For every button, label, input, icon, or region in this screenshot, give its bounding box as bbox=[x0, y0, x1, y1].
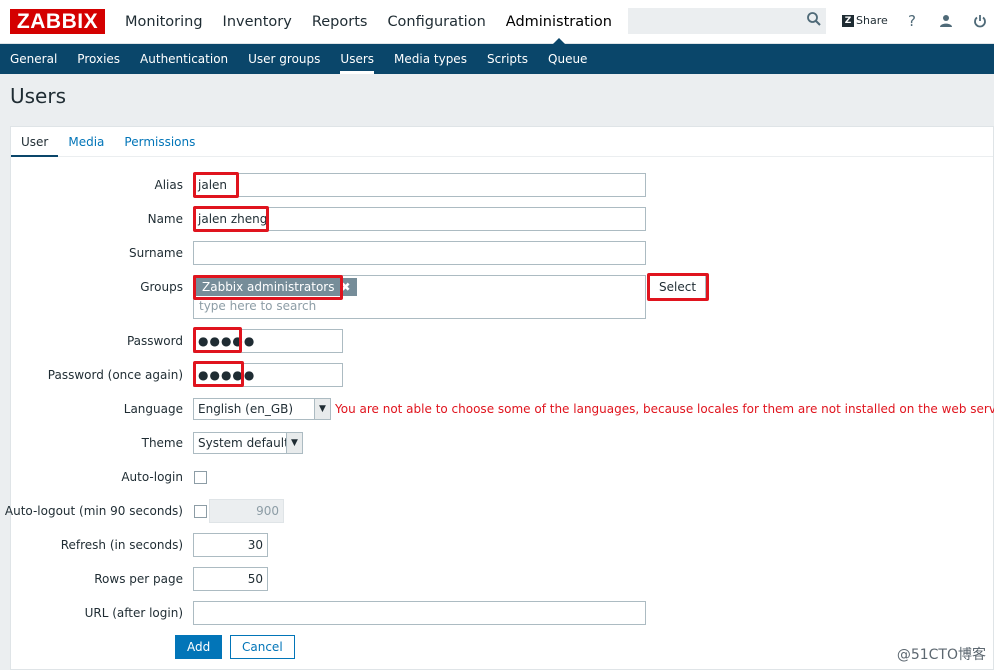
subnav-user-groups[interactable]: User groups bbox=[238, 44, 330, 74]
user-profile-icon[interactable] bbox=[937, 12, 955, 30]
autologout-field: 900 bbox=[209, 499, 284, 523]
subnav-users[interactable]: Users bbox=[330, 44, 384, 74]
nav-reports[interactable]: Reports bbox=[302, 0, 378, 44]
name-label: Name bbox=[147, 212, 183, 226]
nav-inventory[interactable]: Inventory bbox=[213, 0, 302, 44]
password-confirm-field[interactable]: ●●●●● bbox=[193, 363, 343, 387]
nav-monitoring[interactable]: Monitoring bbox=[115, 0, 213, 44]
logout-icon[interactable] bbox=[971, 12, 989, 30]
group-tag-label: Zabbix administrators bbox=[202, 280, 335, 294]
password-label: Password bbox=[126, 334, 183, 348]
language-warning: You are not able to choose some of the l… bbox=[335, 402, 994, 416]
autologin-label: Auto-login bbox=[121, 470, 183, 484]
refresh-field[interactable]: 30 bbox=[193, 533, 268, 557]
url-label: URL (after login) bbox=[84, 606, 183, 620]
subnav-proxies[interactable]: Proxies bbox=[67, 44, 130, 74]
theme-label: Theme bbox=[141, 436, 183, 450]
admin-subnav: General Proxies Authentication User grou… bbox=[0, 44, 994, 74]
subnav-media-types[interactable]: Media types bbox=[384, 44, 477, 74]
rows-per-page-field[interactable]: 50 bbox=[193, 567, 268, 591]
alias-field[interactable]: jalen bbox=[193, 173, 646, 197]
tab-permissions[interactable]: Permissions bbox=[114, 127, 205, 156]
main-nav: Monitoring Inventory Reports Configurati… bbox=[115, 0, 622, 44]
search-icon[interactable] bbox=[806, 11, 822, 27]
chevron-down-icon: ▼ bbox=[286, 433, 302, 453]
add-button[interactable]: Add bbox=[175, 635, 223, 659]
help-icon[interactable]: ? bbox=[903, 12, 921, 30]
share-label: Share bbox=[856, 14, 888, 27]
surname-label: Surname bbox=[129, 246, 183, 260]
select-groups-button[interactable]: Select bbox=[648, 275, 706, 299]
name-field[interactable]: jalen zheng bbox=[193, 207, 646, 231]
share-button[interactable]: Z Share bbox=[842, 14, 888, 27]
language-value: English (en_GB) bbox=[198, 402, 294, 416]
zabbix-logo[interactable]: ZABBIX bbox=[10, 9, 105, 34]
groups-search-placeholder[interactable]: type here to search bbox=[199, 299, 316, 313]
autologin-checkbox[interactable] bbox=[194, 471, 207, 484]
remove-tag-icon[interactable]: ✖ bbox=[340, 280, 350, 294]
subnav-scripts[interactable]: Scripts bbox=[477, 44, 538, 74]
autologout-checkbox[interactable] bbox=[194, 505, 207, 518]
top-header: ZABBIX Monitoring Inventory Reports Conf… bbox=[0, 0, 994, 44]
theme-select[interactable]: System default ▼ bbox=[193, 432, 303, 454]
nav-configuration[interactable]: Configuration bbox=[377, 0, 495, 44]
language-label: Language bbox=[123, 402, 183, 416]
password2-label: Password (once again) bbox=[47, 368, 183, 382]
rows-per-page-label: Rows per page bbox=[94, 572, 183, 586]
page-title: Users bbox=[10, 84, 67, 108]
search-input[interactable] bbox=[628, 8, 826, 34]
nav-administration[interactable]: Administration bbox=[496, 0, 622, 44]
tab-media[interactable]: Media bbox=[58, 127, 114, 156]
group-tag: Zabbix administrators ✖ bbox=[196, 278, 357, 296]
alias-label: Alias bbox=[154, 178, 183, 192]
form-tabs: User Media Permissions bbox=[11, 127, 993, 157]
share-icon: Z bbox=[842, 14, 854, 27]
subnav-authentication[interactable]: Authentication bbox=[130, 44, 238, 74]
subnav-queue[interactable]: Queue bbox=[538, 44, 597, 74]
theme-value: System default bbox=[198, 436, 289, 450]
autologout-label: Auto-logout (min 90 seconds) bbox=[4, 504, 183, 518]
password-field[interactable]: ●●●●● bbox=[193, 329, 343, 353]
url-field[interactable] bbox=[193, 601, 646, 625]
cancel-button[interactable]: Cancel bbox=[230, 635, 295, 659]
tab-user[interactable]: User bbox=[11, 127, 59, 157]
language-select[interactable]: English (en_GB) ▼ bbox=[193, 398, 331, 420]
surname-field[interactable] bbox=[193, 241, 646, 265]
watermark: @51CTO博客 bbox=[896, 647, 986, 663]
chevron-down-icon: ▼ bbox=[314, 399, 330, 419]
subnav-general[interactable]: General bbox=[0, 44, 67, 74]
groups-label: Groups bbox=[140, 280, 183, 294]
refresh-label: Refresh (in seconds) bbox=[60, 538, 183, 552]
